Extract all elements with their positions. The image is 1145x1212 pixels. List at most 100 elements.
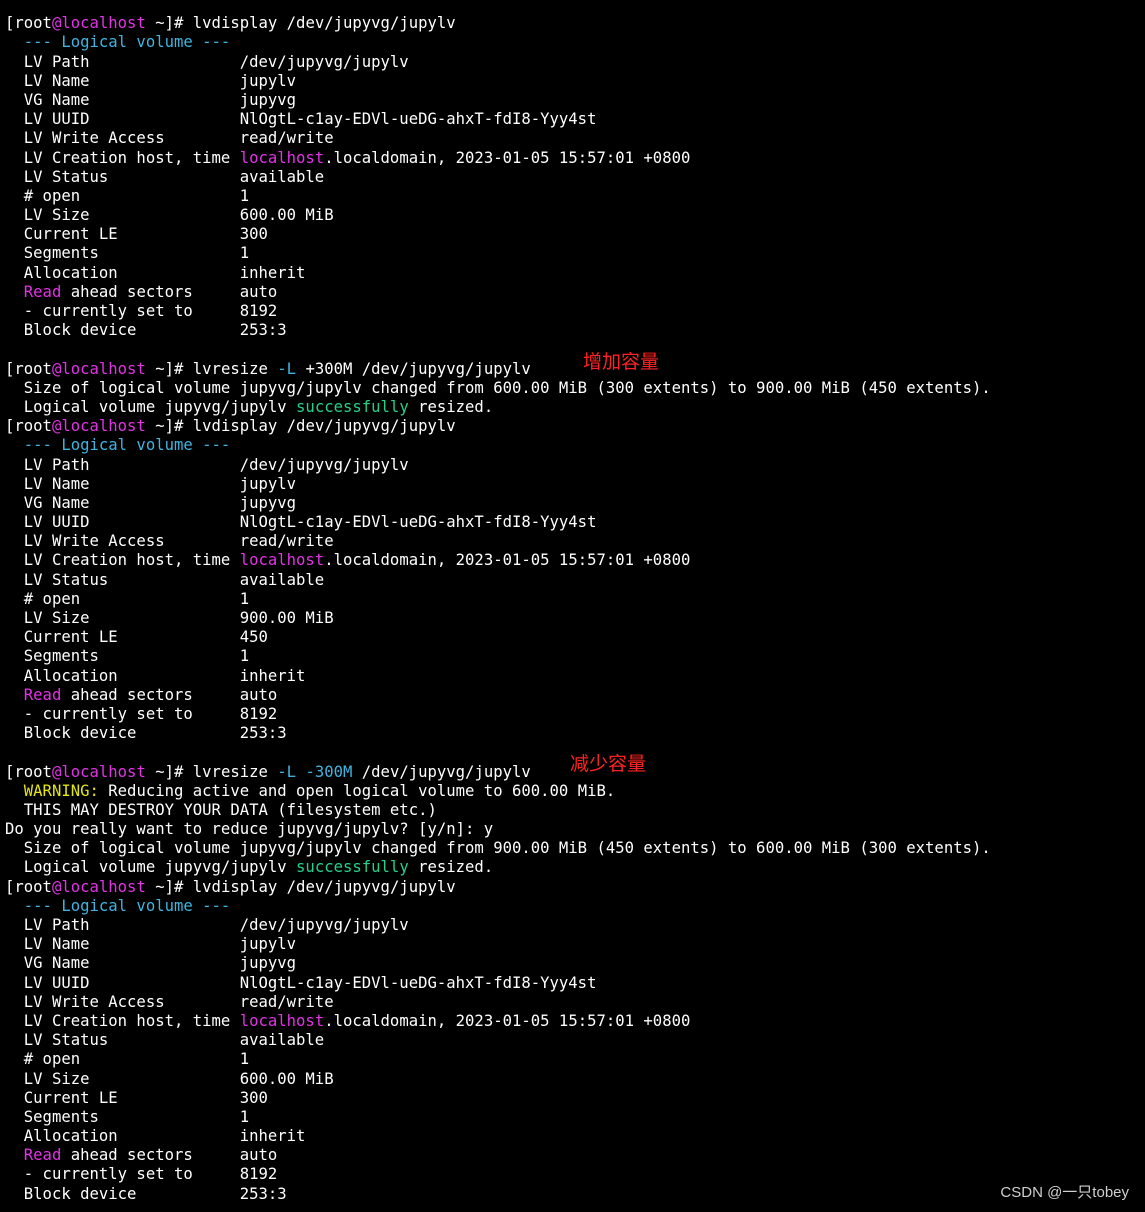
- terminal-line: Block device 253:3: [5, 1185, 1140, 1204]
- terminal-text: [root: [5, 877, 52, 896]
- terminal-text: Read: [23, 1146, 62, 1165]
- terminal-line: VG Name jupyvg: [5, 494, 1140, 513]
- terminal-line: # open 1: [5, 590, 1140, 609]
- terminal-text: ~]# lvdisplay /dev/jupyvg/jupylv: [145, 877, 456, 896]
- terminal-text: Allocation inherit: [5, 1127, 306, 1146]
- annotation-decrease-capacity: 减少容量: [570, 753, 647, 775]
- terminal-text: successfully: [296, 858, 409, 877]
- terminal-text: .localdomain, 2023-01-05 15:57:01 +0800: [324, 1011, 691, 1030]
- terminal-line: LV Status available: [5, 571, 1140, 590]
- terminal-text: LV Path /dev/jupyvg/jupylv: [5, 52, 409, 71]
- terminal-text: Block device 253:3: [5, 321, 287, 340]
- terminal-text: LV Size 600.00 MiB: [5, 206, 334, 225]
- terminal-line: LV Write Access read/write: [5, 129, 1140, 148]
- terminal-text: --- Logical volume ---: [5, 33, 231, 52]
- terminal-text: Read: [23, 685, 62, 704]
- terminal-text: LV Creation host, time: [5, 551, 240, 570]
- terminal-line: - currently set to 8192: [5, 705, 1140, 724]
- terminal-line: Logical volume jupyvg/jupylv successfull…: [5, 398, 1140, 417]
- terminal-line: LV Creation host, time localhost.localdo…: [5, 551, 1140, 570]
- terminal-line: Segments 1: [5, 1108, 1140, 1127]
- terminal-text: resized.: [408, 858, 494, 877]
- terminal-text: - currently set to 8192: [5, 302, 278, 320]
- terminal-text: @localhost: [51, 877, 146, 896]
- terminal-text: @localhost: [51, 359, 146, 378]
- terminal-text: Current LE 300: [5, 225, 268, 244]
- terminal-text: ahead sectors auto: [61, 282, 278, 301]
- terminal-text: .localdomain, 2023-01-05 15:57:01 +0800: [324, 551, 691, 570]
- terminal-text: LV Size 600.00 MiB: [5, 1069, 334, 1088]
- terminal-text: localhost: [239, 551, 325, 570]
- terminal-line: Size of logical volume jupyvg/jupylv cha…: [5, 839, 1140, 858]
- terminal-text: VG Name jupyvg: [5, 954, 297, 973]
- terminal-text: LV UUID NlOgtL-c1ay-EDVl-ueDG-ahxT-fdI8-…: [5, 110, 597, 129]
- terminal-text: ~]# lvdisplay /dev/jupyvg/jupylv: [145, 417, 456, 436]
- terminal-text: [root: [5, 14, 52, 33]
- terminal-text: LV Creation host, time: [5, 1011, 240, 1030]
- terminal-line: Do you really want to reduce jupyvg/jupy…: [5, 820, 1140, 839]
- terminal-line: --- Logical volume ---: [5, 897, 1140, 916]
- terminal-text: Do you really want to reduce jupyvg/jupy…: [5, 820, 494, 839]
- terminal-line: Current LE 300: [5, 225, 1140, 244]
- terminal-line: WARNING: Reducing active and open logica…: [5, 782, 1140, 801]
- terminal-line: Current LE 300: [5, 1089, 1140, 1108]
- terminal-line: LV Size 900.00 MiB: [5, 609, 1140, 628]
- terminal-text: - currently set to 8192: [5, 704, 278, 723]
- terminal-text: --- Logical volume ---: [5, 436, 231, 455]
- terminal-line: LV Creation host, time localhost.localdo…: [5, 1012, 1140, 1031]
- terminal-line: Allocation inherit: [5, 667, 1140, 686]
- terminal-text: -L: [277, 359, 297, 378]
- terminal-line: Read ahead sectors auto: [5, 686, 1140, 705]
- terminal-line: LV Size 600.00 MiB: [5, 206, 1140, 225]
- terminal-line: Read ahead sectors auto: [5, 283, 1140, 302]
- terminal-line: Allocation inherit: [5, 1127, 1140, 1146]
- terminal-text: [root: [5, 359, 52, 378]
- terminal-line: - currently set to 8192: [5, 1165, 1140, 1184]
- terminal-text: # open 1: [5, 589, 250, 608]
- terminal-line: [root@localhost ~]# lvdisplay /dev/jupyv…: [5, 417, 1140, 436]
- terminal-line: THIS MAY DESTROY YOUR DATA (filesystem e…: [5, 801, 1140, 820]
- terminal-text: Logical volume jupyvg/jupylv: [5, 858, 297, 877]
- terminal-line: --- Logical volume ---: [5, 33, 1140, 52]
- terminal-line: LV Status available: [5, 168, 1140, 187]
- terminal-text: LV Path /dev/jupyvg/jupylv: [5, 916, 409, 934]
- terminal-line: --- Logical volume ---: [5, 436, 1140, 455]
- terminal-text: LV Name jupylv: [5, 71, 297, 90]
- terminal-line: Read ahead sectors auto: [5, 1146, 1140, 1165]
- terminal-text: Block device 253:3: [5, 724, 287, 743]
- terminal-text: Segments 1: [5, 647, 250, 666]
- terminal-text: LV Path /dev/jupyvg/jupylv: [5, 455, 409, 474]
- terminal-line: Block device 253:3: [5, 724, 1140, 743]
- terminal-line: LV Name jupylv: [5, 935, 1140, 954]
- terminal-text: LV Status available: [5, 570, 325, 589]
- terminal-text: Reducing active and open logical volume …: [98, 781, 616, 800]
- terminal-text: Read: [23, 282, 62, 301]
- terminal-text: LV UUID NlOgtL-c1ay-EDVl-ueDG-ahxT-fdI8-…: [5, 513, 597, 532]
- terminal-text: .localdomain, 2023-01-05 15:57:01 +0800: [324, 148, 691, 167]
- terminal-text: LV Write Access read/write: [5, 992, 334, 1011]
- terminal-line: LV Name jupylv: [5, 475, 1140, 494]
- terminal-line: # open 1: [5, 187, 1140, 206]
- terminal-text: # open 1: [5, 186, 250, 205]
- watermark: CSDN @一只tobey: [1000, 1184, 1129, 1201]
- terminal-output[interactable]: [root@localhost ~]# lvdisplay /dev/jupyv…: [5, 0, 1140, 1204]
- terminal-text: VG Name jupyvg: [5, 90, 297, 109]
- terminal-text: successfully: [296, 397, 409, 416]
- terminal-text: # open 1: [5, 1050, 250, 1069]
- terminal-text: Allocation inherit: [5, 263, 306, 282]
- terminal-text: WARNING:: [23, 781, 99, 800]
- terminal-text: - currently set to 8192: [5, 1165, 278, 1184]
- terminal-line: [root@localhost ~]# lvresize -L +300M /d…: [5, 360, 1140, 379]
- terminal-line: Logical volume jupyvg/jupylv successfull…: [5, 858, 1140, 877]
- terminal-text: /dev/jupyvg/jupylv: [352, 762, 531, 781]
- terminal-line: VG Name jupyvg: [5, 954, 1140, 973]
- terminal-text: Size of logical volume jupyvg/jupylv cha…: [5, 378, 991, 397]
- terminal-text: ahead sectors auto: [61, 1146, 278, 1165]
- terminal-text: LV Write Access read/write: [5, 532, 334, 551]
